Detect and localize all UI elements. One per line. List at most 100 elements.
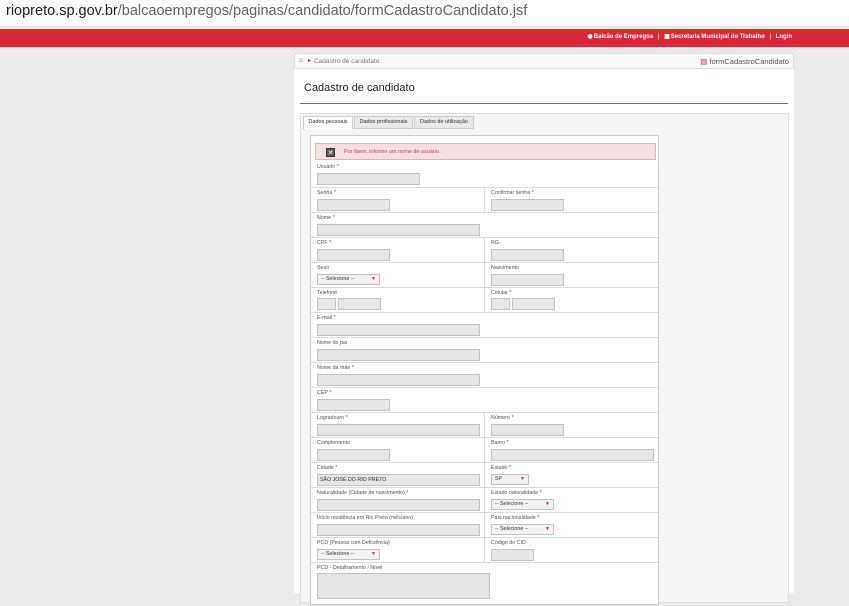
breadcrumb-label[interactable]: Cadastro de candidato <box>314 58 379 65</box>
label-nome: Nome * <box>317 215 335 221</box>
column-divider <box>484 463 485 487</box>
naturalidade-input[interactable] <box>317 499 480 511</box>
tab-dados-utilizacao[interactable]: Dados de utilização <box>414 116 474 129</box>
estado-select-value: SP <box>495 476 503 482</box>
dropdown-caret-icon: ▼ <box>545 526 550 532</box>
label-complemento: Complemento <box>317 440 350 446</box>
nome-input[interactable] <box>317 224 480 236</box>
rg-input[interactable] <box>491 249 564 261</box>
tab-dados-pessoais[interactable]: Dados pessoais <box>303 116 353 130</box>
home-icon[interactable]: ⌂ <box>299 57 303 64</box>
row-pcd-detalhamento: PCD - Detalhamento / Nível <box>311 562 658 606</box>
label-cidade: Cidade * <box>317 465 338 471</box>
pais-nacionalidade-value: -- Selecione -- <box>495 526 529 532</box>
estado-naturalidade-select[interactable]: -- Selecione -- ▼ <box>491 499 554 510</box>
label-nascimento: Nascimento <box>491 265 519 271</box>
logradouro-input[interactable] <box>317 424 480 436</box>
label-bairro: Bairro * <box>491 440 509 446</box>
cpf-input[interactable] <box>317 249 390 261</box>
form-id-label: ▤ formCadastroCandidato <box>700 57 789 66</box>
label-confirmar-senha: Confirmar senha * <box>491 190 534 196</box>
celular-ddd-input[interactable] <box>491 298 510 310</box>
label-nome-pai: Nome do pai <box>317 340 348 346</box>
dropdown-caret-icon: ▼ <box>371 276 376 282</box>
browser-address-bar[interactable]: riopreto.sp.gov.br/balcaoempregos/pagina… <box>0 0 849 27</box>
label-pcd: PCD (Pessoa com Deficiência) <box>317 540 390 546</box>
column-divider <box>484 188 485 212</box>
sexo-select[interactable]: -- Selecione -- ▼ <box>317 274 380 285</box>
numero-input[interactable] <box>491 424 564 436</box>
bairro-input[interactable] <box>491 449 654 461</box>
row-residencia-nacionalidade: Início residência em Rio Preto (mês/ano)… <box>311 512 658 537</box>
label-celular: Celular * <box>491 290 512 296</box>
column-divider <box>484 413 485 437</box>
cep-input[interactable] <box>317 399 390 411</box>
celular-input[interactable] <box>512 298 555 310</box>
link-login[interactable]: Login <box>776 34 792 40</box>
title-divider <box>300 103 788 104</box>
grid-icon: ▦ <box>664 34 670 40</box>
label-rg: RG <box>491 240 499 246</box>
label-codigo-cid: Código do CID <box>491 540 526 546</box>
estado-select[interactable]: SP ▼ <box>491 474 529 485</box>
label-usuario: Usuário * <box>317 164 339 170</box>
url-host: riopreto.sp.gov.br <box>6 3 118 19</box>
pcd-select-value: -- Selecione -- <box>321 551 355 557</box>
label-sexo: Sexo <box>317 265 330 271</box>
senha-input[interactable] <box>317 199 390 211</box>
breadcrumb-arrow-icon: ▸ <box>308 58 312 64</box>
nascimento-input[interactable] <box>491 274 564 286</box>
pcd-detalhamento-textarea[interactable] <box>317 573 490 599</box>
label-nome-mae: Nome da mãe * <box>317 365 354 371</box>
tab-panel: Dados pessoais Dados profissionais Dados… <box>300 113 789 605</box>
row-pcd-cid: PCD (Pessoa com Deficiência) -- Selecion… <box>311 537 658 562</box>
complemento-input[interactable] <box>317 449 390 461</box>
error-alert: ✕ Por favor, informe um nome de usuário. <box>315 143 656 160</box>
separator: | <box>657 34 660 40</box>
row-email: E-mail * <box>311 312 658 337</box>
dropdown-caret-icon: ▼ <box>520 476 525 482</box>
nome-mae-input[interactable] <box>317 374 480 386</box>
telefone-ddd-input[interactable] <box>317 298 336 310</box>
close-icon[interactable]: ✕ <box>326 148 335 157</box>
column-divider <box>484 513 485 537</box>
globe-icon: ◉ <box>587 34 593 40</box>
label-inicio-residencia: Início residência em Rio Preto (mês/ano) <box>317 515 413 521</box>
link-balcao-empregos[interactable]: Balcão de Empregos <box>594 34 653 40</box>
label-estado-naturalidade: Estado naturalidade * <box>491 490 542 496</box>
label-cep: CEP * <box>317 390 332 396</box>
dropdown-caret-icon: ▼ <box>371 551 376 557</box>
personal-data-form: ✕ Por favor, informe um nome de usuário.… <box>310 135 659 605</box>
url-text[interactable]: riopreto.sp.gov.br/balcaoempregos/pagina… <box>6 3 527 19</box>
label-estado: Estado * <box>491 465 512 471</box>
form-id-text: formCadastroCandidato <box>709 57 789 66</box>
row-logradouro-numero: Logradouro * Número * <box>311 412 658 437</box>
cidade-input[interactable]: SÃO JOSÉ DO RIO PRETO <box>317 474 480 486</box>
email-input[interactable] <box>317 324 480 336</box>
telefone-input[interactable] <box>338 298 381 310</box>
label-pais-nacionalidade: País nacionalidade * <box>491 515 540 521</box>
column-divider <box>484 288 485 312</box>
alert-message: Por favor, informe um nome de usuário. <box>344 149 441 155</box>
codigo-cid-input[interactable] <box>491 549 534 561</box>
inicio-residencia-input[interactable] <box>317 524 480 536</box>
form-icon: ▤ <box>700 57 708 66</box>
label-email: E-mail * <box>317 315 336 321</box>
url-path: /balcaoempregos/paginas/candidato/formCa… <box>117 3 528 19</box>
main-content: ⌂ ▸ Cadastro de candidato ▤ formCadastroC… <box>294 53 794 605</box>
label-pcd-detalhamento: PCD - Detalhamento / Nível <box>317 565 383 571</box>
separator: | <box>769 34 771 40</box>
label-logradouro: Logradouro * <box>317 415 348 421</box>
confirmar-senha-input[interactable] <box>491 199 564 211</box>
label-cpf: CPF * <box>317 240 332 246</box>
usuario-input[interactable] <box>317 173 420 185</box>
column-divider <box>484 488 485 512</box>
site-header: ◉Balcão de Empregos | ▦Secretaria Munici… <box>0 29 849 47</box>
row-naturalidade: Naturalidade (Cidade de nascimento) * Es… <box>311 487 658 512</box>
tab-dados-profissionais[interactable]: Dados profissionais <box>354 116 413 129</box>
row-nome-pai: Nome do pai <box>311 337 658 362</box>
pcd-select[interactable]: -- Selecione -- ▼ <box>317 549 380 560</box>
link-secretaria-trabalho[interactable]: Secretaria Municipal do Trabalho <box>671 34 765 40</box>
pais-nacionalidade-select[interactable]: -- Selecione -- ▼ <box>491 524 554 535</box>
nome-pai-input[interactable] <box>317 349 480 361</box>
